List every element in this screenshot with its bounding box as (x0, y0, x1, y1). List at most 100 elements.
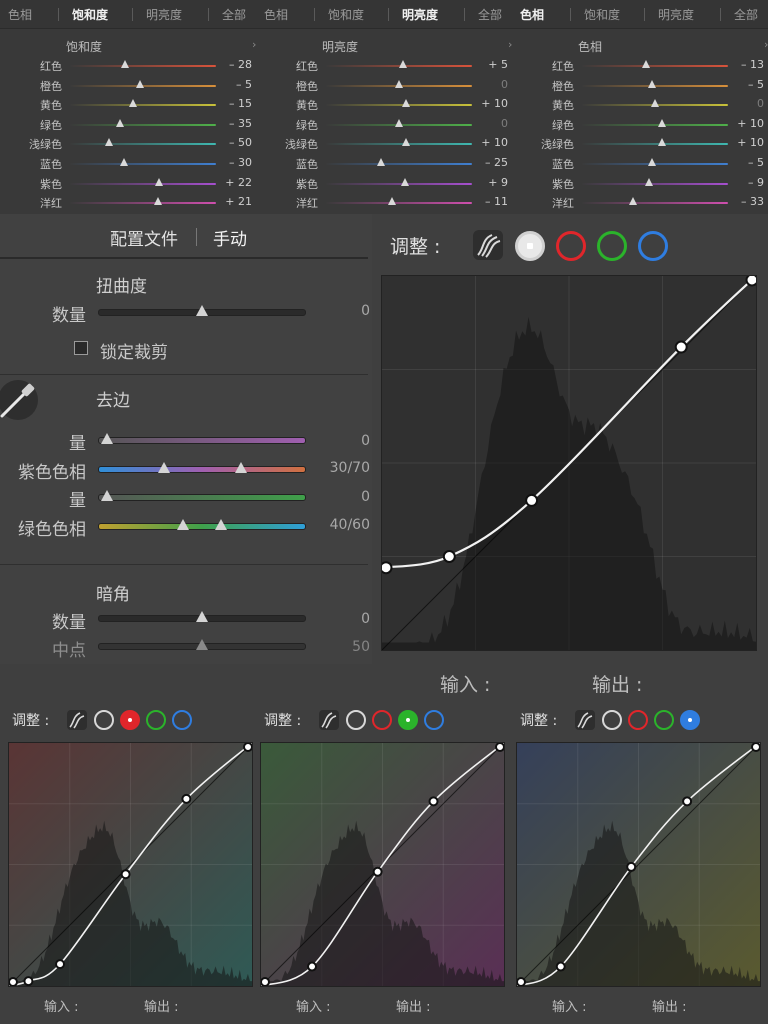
hsl-row-value[interactable]: – 33 (724, 195, 764, 208)
hsl-slider[interactable] (326, 143, 472, 146)
slider-thumb[interactable] (399, 60, 408, 68)
hsl-slider[interactable] (70, 65, 216, 67)
hsl-row-value[interactable]: – 15 (212, 97, 252, 110)
blue-channel-button[interactable] (424, 710, 444, 730)
slider-thumb[interactable] (158, 462, 170, 473)
hsl-slider[interactable] (70, 182, 216, 185)
hsl-tab[interactable]: 明亮度 (658, 6, 694, 23)
vignette-midpoint-value[interactable]: 50 (320, 639, 370, 655)
hsl-row-value[interactable]: – 5 (724, 78, 764, 91)
lock-crop-checkbox[interactable] (74, 341, 88, 355)
hsl-slider[interactable] (582, 143, 728, 146)
hsl-slider[interactable] (582, 65, 728, 67)
vignette-amount-value[interactable]: 0 (320, 611, 370, 627)
curve-control-point[interactable] (525, 493, 539, 507)
slider-thumb[interactable] (105, 138, 114, 147)
curve-control-point[interactable] (495, 743, 504, 752)
curve-control-point[interactable] (181, 793, 192, 804)
hsl-slider[interactable] (70, 202, 216, 205)
curve-control-point[interactable] (55, 959, 66, 970)
parametric-curve-icon[interactable] (318, 709, 340, 731)
slider-thumb[interactable] (395, 118, 403, 127)
slider-thumb[interactable] (402, 99, 411, 108)
rgb-channel-button[interactable] (346, 710, 366, 730)
hsl-row-value[interactable]: 0 (724, 97, 764, 110)
slider-thumb[interactable] (658, 118, 667, 127)
hsl-row-value[interactable]: + 10 (468, 136, 508, 149)
hsl-tab[interactable]: 饱和度 (584, 6, 620, 23)
hsl-tab[interactable]: 明亮度 (146, 6, 182, 23)
hsl-slider[interactable] (326, 202, 472, 205)
tab-manual[interactable]: 手动 (213, 225, 247, 250)
hsl-row-value[interactable]: + 22 (212, 176, 252, 189)
vignette-midpoint-slider[interactable] (98, 639, 306, 650)
slider-thumb[interactable] (153, 197, 162, 206)
hsl-slider[interactable] (582, 123, 728, 126)
hsl-row-value[interactable]: + 10 (724, 117, 764, 130)
hsl-tab[interactable]: 全部 (734, 6, 758, 23)
slider-thumb[interactable] (648, 79, 657, 88)
curve-control-point[interactable] (382, 561, 393, 575)
curve-svg[interactable] (517, 743, 760, 986)
curve-control-point[interactable] (745, 276, 757, 287)
channel-curve-graph[interactable] (516, 742, 761, 987)
hsl-tab[interactable]: 色相 (8, 6, 32, 23)
slider-thumb[interactable] (235, 462, 247, 473)
channel-curve-graph[interactable] (8, 742, 253, 987)
curve-control-point[interactable] (674, 340, 688, 354)
hsl-tab[interactable]: 饱和度 (72, 6, 108, 23)
curve-control-point[interactable] (120, 869, 131, 880)
hsl-slider[interactable] (70, 123, 216, 126)
hsl-slider[interactable] (70, 143, 216, 146)
red-channel-button[interactable] (372, 710, 392, 730)
green-channel-button[interactable] (146, 710, 166, 730)
curve-control-point[interactable] (9, 977, 18, 986)
panel-collapse-icon[interactable]: › (764, 38, 768, 51)
slider-thumb[interactable] (177, 519, 189, 530)
curve-svg[interactable] (261, 743, 504, 986)
green-channel-button[interactable] (654, 710, 674, 730)
hsl-row-value[interactable]: – 5 (724, 156, 764, 169)
curve-control-point[interactable] (751, 743, 760, 752)
vignette-amount-slider[interactable] (98, 611, 306, 622)
slider-thumb[interactable] (658, 138, 667, 147)
green-amount-slider[interactable] (98, 490, 306, 501)
curve-control-point[interactable] (626, 861, 637, 872)
green-channel-button[interactable] (597, 231, 627, 261)
eyedropper-icon[interactable] (0, 378, 40, 422)
parametric-curve-icon[interactable] (574, 709, 596, 731)
hsl-row-value[interactable]: – 25 (468, 156, 508, 169)
hsl-row-value[interactable]: + 21 (212, 195, 252, 208)
hsl-tab[interactable]: 全部 (478, 6, 502, 23)
hsl-row-value[interactable]: + 9 (468, 176, 508, 189)
parametric-curve-icon[interactable] (66, 709, 88, 731)
curve-control-point[interactable] (261, 977, 270, 986)
hsl-row-value[interactable]: – 30 (212, 156, 252, 169)
distortion-amount-slider[interactable] (98, 305, 306, 316)
slider-thumb[interactable] (629, 197, 638, 206)
purple-hue-value[interactable]: 30/70 (310, 460, 370, 476)
hsl-slider[interactable] (326, 163, 472, 165)
slider-thumb[interactable] (648, 158, 657, 166)
hsl-row-value[interactable]: – 5 (212, 78, 252, 91)
green-hue-slider[interactable] (98, 519, 306, 530)
distortion-amount-value[interactable]: 0 (320, 303, 370, 319)
curve-control-point[interactable] (442, 550, 456, 563)
curve-svg[interactable] (9, 743, 252, 986)
hsl-row-value[interactable]: – 9 (724, 176, 764, 189)
tab-profile[interactable]: 配置文件 (110, 225, 178, 250)
hsl-row-value[interactable]: – 28 (212, 58, 252, 71)
slider-thumb[interactable] (101, 433, 113, 444)
hsl-row-value[interactable]: + 5 (468, 58, 508, 71)
hsl-slider[interactable] (582, 182, 728, 185)
blue-channel-button[interactable] (638, 231, 668, 261)
hsl-tab[interactable]: 饱和度 (328, 6, 364, 23)
hsl-row-value[interactable]: – 13 (724, 58, 764, 71)
red-channel-button[interactable] (628, 710, 648, 730)
slider-thumb[interactable] (196, 305, 208, 316)
curve-control-point[interactable] (307, 961, 318, 972)
slider-thumb[interactable] (645, 177, 654, 186)
hsl-row-value[interactable]: 0 (468, 78, 508, 91)
slider-thumb[interactable] (395, 79, 403, 88)
hsl-row-value[interactable]: – 11 (468, 195, 508, 208)
